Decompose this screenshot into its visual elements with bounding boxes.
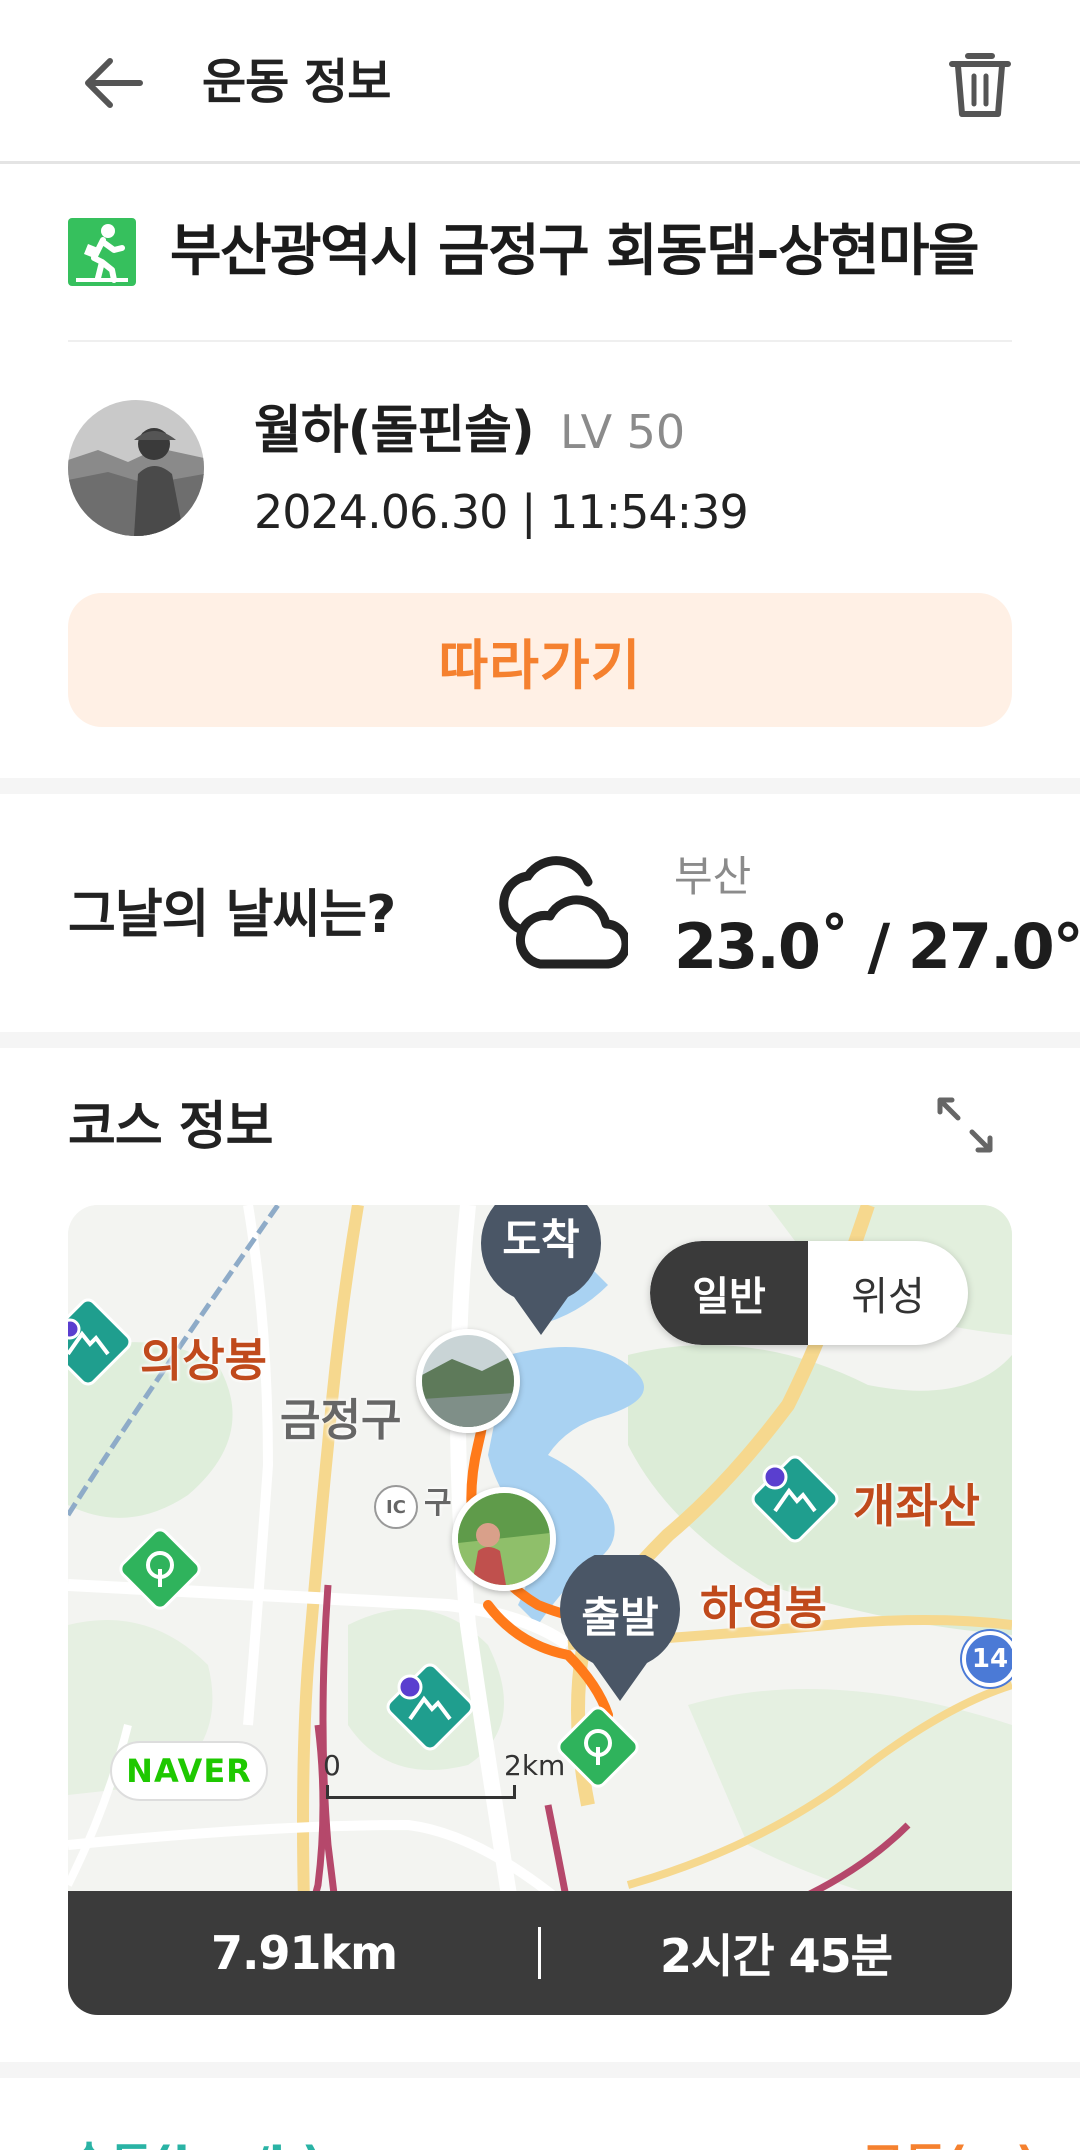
duration-value: 2시간 45분	[660, 1929, 893, 1983]
map-label-peak: 하영봉	[700, 1581, 827, 1635]
toggle-normal-map[interactable]: 일반	[650, 1241, 808, 1345]
trash-icon	[949, 53, 1011, 117]
avatar[interactable]	[68, 400, 204, 536]
weather-city: 부산	[674, 852, 752, 901]
start-marker[interactable]: 출발	[555, 1549, 685, 1705]
end-marker[interactable]: 도착	[476, 1205, 606, 1339]
page-title: 운동 정보	[202, 54, 391, 110]
scale-end-label: 2km	[504, 1749, 566, 1782]
course-info-title: 코스 정보	[68, 1097, 273, 1157]
start-marker-label: 출발	[581, 1593, 659, 1642]
distance-value: 7.91km	[210, 1926, 398, 1980]
map-label-ic: 구	[424, 1486, 452, 1521]
section-divider	[0, 2062, 1080, 2078]
map-type-toggle[interactable]: 일반 위성	[650, 1241, 968, 1345]
delete-button[interactable]	[940, 44, 1020, 124]
follow-button[interactable]: 따라가기	[68, 593, 1012, 727]
back-button[interactable]	[76, 48, 156, 118]
course-photo[interactable]	[452, 1487, 556, 1591]
map-label-peak: 의상봉	[140, 1333, 267, 1387]
user-name[interactable]: 월하(돌핀솔)	[254, 396, 535, 466]
ic-badge: IC	[374, 1485, 418, 1529]
scale-start-label: 0	[323, 1749, 341, 1782]
arrow-left-icon	[85, 58, 143, 108]
expand-map-button[interactable]	[930, 1090, 1000, 1160]
end-marker-label: 도착	[502, 1215, 580, 1264]
course-photo[interactable]	[416, 1329, 520, 1433]
route-number-badge: 14	[962, 1631, 1012, 1687]
weather-question: 그날의 날씨는?	[68, 885, 396, 945]
map-label-district: 금정구	[280, 1395, 402, 1446]
scale-bar	[326, 1785, 516, 1799]
weather-temperature: 23.0˚ / 27.0℃	[674, 910, 1080, 983]
course-title-row: 부산광역시 금정구 회동댐-상현마을	[68, 212, 1018, 292]
app-header: 운동 정보	[0, 0, 1080, 164]
course-map[interactable]: 의상봉 금정구 개좌산 하영봉 구 IC 14 도착 출발 일반 위성 NAVE…	[68, 1205, 1012, 2015]
hiking-icon	[68, 218, 136, 286]
course-stats-bar: 7.91km 2시간 45분	[68, 1891, 1012, 2015]
toggle-satellite-map[interactable]: 위성	[808, 1241, 968, 1345]
cloud-icon	[488, 852, 631, 982]
section-divider	[0, 1032, 1080, 1048]
map-provider-logo: NAVER	[110, 1741, 268, 1801]
speed-chart-label: 속도(km/h)	[68, 2128, 323, 2150]
activity-datetime: 2024.06.30 | 11:54:39	[254, 485, 749, 539]
expand-icon	[937, 1097, 993, 1153]
course-title: 부산광역시 금정구 회동댐-상현마을	[170, 219, 980, 284]
map-label-peak: 개좌산	[853, 1479, 980, 1533]
section-divider	[0, 778, 1080, 794]
user-level: LV 50	[560, 405, 686, 459]
divider	[68, 340, 1012, 342]
altitude-chart-label: 고도(m)	[862, 2128, 1037, 2150]
